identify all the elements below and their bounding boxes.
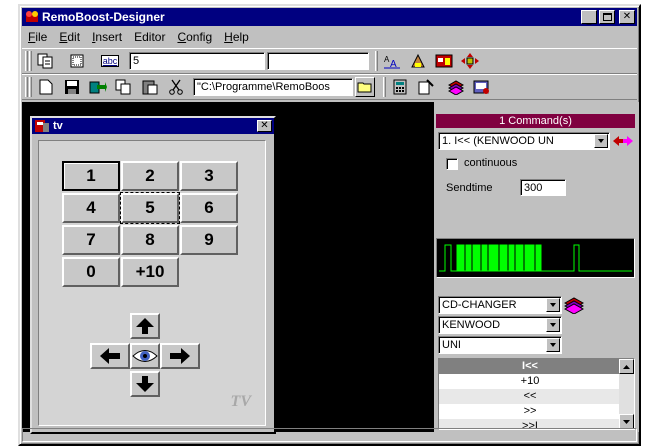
command-select[interactable]: 1. I<< (KENWOOD UN (438, 132, 610, 150)
list-item[interactable]: +10 (439, 374, 621, 389)
command-count-header: 1 Command(s) (436, 114, 635, 128)
remote-window-close-button[interactable]: ✕ (257, 120, 272, 132)
key-6[interactable]: 6 (180, 193, 238, 223)
list-item[interactable]: >> (439, 404, 621, 419)
font-size-icon[interactable]: AA (381, 51, 403, 71)
device-type-select[interactable]: CD-CHANGER (438, 296, 562, 314)
new-button-icon[interactable] (67, 51, 89, 71)
waveform-graph (439, 244, 632, 272)
menu-bar: File Edit Insert Editor Config Help (22, 28, 637, 46)
open-folder-icon[interactable] (355, 77, 375, 97)
key-9[interactable]: 9 (180, 225, 238, 255)
scroll-down-button[interactable] (619, 414, 634, 429)
brand-select[interactable]: KENWOOD (438, 316, 562, 334)
library-icon[interactable] (564, 296, 584, 314)
key-7[interactable]: 7 (62, 225, 120, 255)
copy-format-icon[interactable] (35, 51, 57, 71)
signal-waveform (436, 238, 635, 278)
paste-icon[interactable] (139, 77, 161, 97)
list-item[interactable]: I<< (439, 359, 621, 374)
main-window: RemoBoost-Designer _ ✕ File Edit Insert … (18, 4, 641, 446)
edit-document-icon[interactable] (415, 77, 437, 97)
brand-value: KENWOOD (442, 319, 501, 331)
arrow-up-icon (136, 318, 154, 334)
close-button[interactable]: ✕ (619, 10, 635, 24)
model-value: UNI (442, 339, 461, 351)
key-2[interactable]: 2 (121, 161, 179, 191)
remote-window-title: tv (53, 120, 63, 132)
wizard-icon[interactable] (407, 51, 429, 71)
key-8[interactable]: 8 (121, 225, 179, 255)
number-field[interactable]: 5 (129, 52, 265, 70)
model-select[interactable]: UNI (438, 336, 562, 354)
cut-icon[interactable] (165, 77, 187, 97)
command-select-value: 1. I<< (KENWOOD UN (442, 135, 554, 147)
key-0[interactable]: 0 (62, 257, 120, 287)
key-3[interactable]: 3 (180, 161, 238, 191)
signal-arrows-icon[interactable] (612, 133, 634, 149)
scroll-up-button[interactable] (619, 359, 634, 374)
minimize-button[interactable]: _ (581, 10, 597, 25)
ok-eye-button[interactable] (130, 343, 160, 369)
menu-insert[interactable]: Insert (86, 30, 128, 44)
eye-icon (132, 350, 158, 362)
remote-window: tv ✕ 1 2 3 4 5 6 7 8 9 0 +10 TV (30, 116, 276, 434)
continuous-label: continuous (464, 157, 518, 169)
move-icon[interactable] (459, 51, 481, 71)
menu-config[interactable]: Config (171, 30, 218, 44)
text-field[interactable] (267, 52, 369, 70)
window-title: RemoBoost-Designer (42, 10, 165, 24)
maximize-button[interactable] (599, 10, 615, 24)
key-5[interactable]: 5 (120, 192, 180, 224)
path-field[interactable]: "C:\Programme\RemoBoos (193, 78, 353, 96)
copy-icon[interactable] (113, 77, 135, 97)
properties-panel: 1 Command(s) 1. I<< (KENWOOD UN continuo… (434, 102, 639, 432)
tv-logo: TV (230, 393, 251, 410)
export-icon[interactable] (87, 77, 109, 97)
device-type-value: CD-CHANGER (442, 299, 517, 311)
arrow-left-icon (100, 348, 120, 364)
sendtime-label: Sendtime (446, 182, 493, 194)
arrow-down-button[interactable] (130, 371, 160, 397)
design-workspace: tv ✕ 1 2 3 4 5 6 7 8 9 0 +10 TV (22, 102, 434, 434)
status-bar (22, 428, 637, 442)
new-file-icon[interactable] (35, 77, 57, 97)
key-1[interactable]: 1 (62, 161, 120, 191)
key-plus10[interactable]: +10 (121, 257, 179, 287)
layout-icon[interactable] (433, 51, 455, 71)
menu-help[interactable]: Help (218, 30, 255, 44)
save-icon[interactable] (61, 77, 83, 97)
list-scrollbar[interactable] (619, 359, 634, 429)
chevron-down-icon[interactable] (546, 318, 560, 332)
toolbar-standard: "C:\Programme\RemoBoos (22, 74, 637, 100)
arrow-up-button[interactable] (130, 313, 160, 339)
sendtime-input[interactable]: 300 (520, 179, 566, 196)
command-list[interactable]: I<< +10 << >> >>I (438, 358, 635, 430)
menu-file[interactable]: File (22, 30, 53, 44)
title-bar: RemoBoost-Designer _ ✕ (22, 8, 637, 26)
arrow-right-icon (170, 348, 190, 364)
text-label-icon[interactable]: abc (99, 51, 121, 71)
menu-editor[interactable]: Editor (128, 30, 171, 44)
arrow-right-button[interactable] (160, 343, 200, 369)
device-icon[interactable] (471, 77, 493, 97)
remote-window-title-bar: tv ✕ (32, 118, 274, 134)
chevron-down-icon[interactable] (594, 134, 608, 148)
key-4[interactable]: 4 (62, 193, 120, 223)
toolbar-format: abc 5 AA (22, 48, 637, 74)
calculator-icon[interactable] (389, 77, 411, 97)
remote-face: 1 2 3 4 5 6 7 8 9 0 +10 TV (38, 140, 266, 426)
app-icon (26, 11, 38, 22)
arrow-left-button[interactable] (90, 343, 130, 369)
chevron-down-icon[interactable] (546, 298, 560, 312)
menu-edit[interactable]: Edit (53, 30, 86, 44)
continuous-checkbox[interactable] (446, 158, 458, 170)
list-item[interactable]: << (439, 389, 621, 404)
chevron-down-icon[interactable] (546, 338, 560, 352)
book-icon[interactable] (445, 77, 467, 97)
arrow-down-icon (136, 376, 154, 392)
remote-window-icon (35, 120, 49, 132)
